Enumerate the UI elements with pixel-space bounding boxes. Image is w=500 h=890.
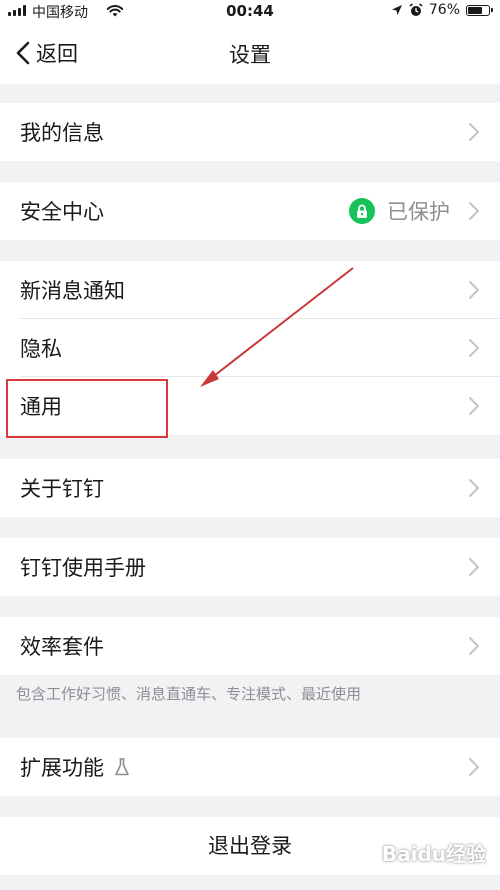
settings-item-label: 扩展功能 (20, 756, 104, 780)
chevron-right-icon (469, 339, 479, 357)
settings-item-about[interactable]: 关于钉钉 (0, 459, 500, 517)
battery-percent: 76% (428, 2, 460, 18)
settings-item-label: 隐私 (20, 337, 62, 361)
chevron-right-icon (469, 202, 479, 220)
battery-icon (466, 4, 493, 16)
location-arrow-icon (391, 5, 402, 15)
lock-icon (349, 198, 375, 224)
settings-item-manual[interactable]: 钉钉使用手册 (0, 538, 500, 596)
nav-bar: 返回 设置 (0, 22, 500, 84)
settings-item-notifications[interactable]: 新消息通知 (0, 261, 500, 319)
battery-fill (468, 6, 483, 14)
settings-item-label: 关于钉钉 (20, 477, 104, 501)
settings-item-security[interactable]: 安全中心 已保护 (0, 182, 500, 240)
watermark: Baidu经验 (381, 842, 486, 866)
chevron-right-icon (469, 758, 479, 776)
settings-item-privacy[interactable]: 隐私 (0, 319, 500, 377)
security-status: 已保护 (387, 200, 450, 224)
settings-item-label: 效率套件 (20, 635, 104, 659)
highlight-box (6, 379, 168, 438)
settings-item-label: 钉钉使用手册 (20, 556, 146, 580)
settings-item-label: 新消息通知 (20, 279, 125, 303)
settings-item-my-info[interactable]: 我的信息 (0, 103, 500, 161)
settings-item-efficiency[interactable]: 效率套件 (0, 617, 500, 675)
status-bar: 中国移动 00:44 76% (0, 0, 500, 22)
alarm-icon (409, 3, 423, 16)
settings-item-label: 安全中心 (20, 200, 104, 224)
chevron-right-icon (469, 281, 479, 299)
chevron-right-icon (469, 479, 479, 497)
efficiency-footnote: 包含工作好习惯、消息直通车、专注模式、最近使用 (16, 685, 362, 703)
chevron-right-icon (469, 558, 479, 576)
chevron-right-icon (469, 397, 479, 415)
chevron-right-icon (469, 123, 479, 141)
flask-icon (115, 758, 129, 776)
page-title: 设置 (229, 43, 271, 67)
settings-item-extensions[interactable]: 扩展功能 (0, 738, 500, 796)
settings-item-label: 我的信息 (20, 121, 104, 145)
chevron-right-icon (469, 637, 479, 655)
